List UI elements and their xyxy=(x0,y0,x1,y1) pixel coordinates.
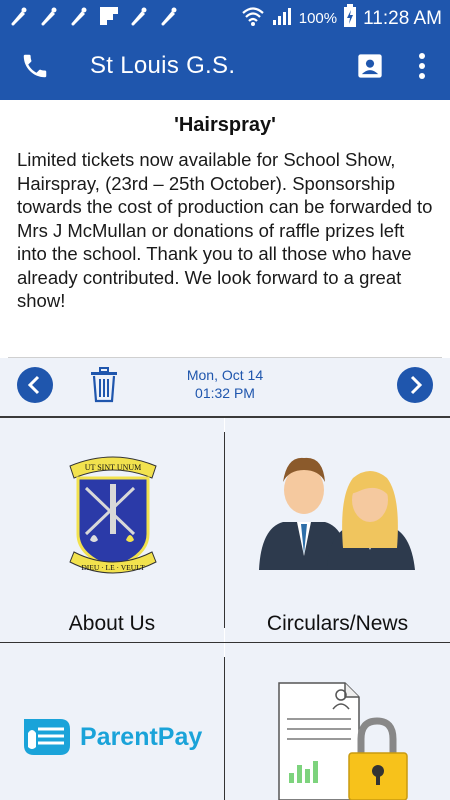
bell-icon xyxy=(128,5,150,27)
flipboard-icon xyxy=(98,5,120,27)
notice-timestamp: Mon, Oct 14 01:32 PM xyxy=(150,366,300,402)
notice-date: Mon, Oct 14 xyxy=(186,367,264,383)
notice-footer: Mon, Oct 14 01:32 PM xyxy=(0,358,450,416)
app-title: St Louis G.S. xyxy=(90,52,236,79)
next-notice-button[interactable] xyxy=(396,366,434,404)
bell-icon xyxy=(68,5,90,27)
delete-notice-button[interactable] xyxy=(88,366,120,404)
bell-icon xyxy=(158,5,180,27)
status-bar: 100% 11:28 AM xyxy=(0,0,450,33)
app-bar: St Louis G.S. xyxy=(0,33,450,100)
parentpay-logo xyxy=(20,717,74,757)
signal-icon xyxy=(271,5,293,32)
tile-label-about-us: About Us xyxy=(68,612,156,635)
notice-card: 'Hairspray' Limited tickets now availabl… xyxy=(0,100,450,417)
tile-circulars-news[interactable]: Circulars/News xyxy=(225,418,450,642)
clock: 11:28 AM xyxy=(363,7,442,29)
notice-title: 'Hairspray' xyxy=(174,114,276,136)
tile-label-circulars-news: Circulars/News xyxy=(266,612,409,635)
notice-body: Limited tickets now available for School… xyxy=(17,149,433,311)
phone-icon[interactable] xyxy=(20,51,50,81)
notification-icons xyxy=(8,5,180,27)
more-vert-icon[interactable] xyxy=(412,50,432,82)
tile-parentpay[interactable]: ParentPay xyxy=(0,643,224,800)
wifi-icon xyxy=(241,5,265,32)
students-icon xyxy=(257,448,417,573)
bell-icon xyxy=(8,5,30,27)
notice-time: 01:32 PM xyxy=(195,385,255,401)
previous-notice-button[interactable] xyxy=(16,366,54,404)
bell-icon xyxy=(38,5,60,27)
parentpay-wordmark: ParentPay xyxy=(80,723,203,751)
tile-secure-documents[interactable] xyxy=(225,643,450,800)
school-crest-icon: UT SINT UNUM DIEU · LE · VEULT xyxy=(64,444,162,584)
secure-document-icon xyxy=(275,673,415,800)
battery-charging-icon xyxy=(343,4,357,33)
battery-percentage: 100% xyxy=(298,10,338,27)
contact-card-icon[interactable] xyxy=(356,52,384,80)
crest-motto-bottom: DIEU · LE · VEULT xyxy=(81,563,145,572)
tile-about-us[interactable]: UT SINT UNUM DIEU · LE · VEULT About Us xyxy=(0,418,224,642)
crest-motto-top: UT SINT UNUM xyxy=(85,463,142,472)
